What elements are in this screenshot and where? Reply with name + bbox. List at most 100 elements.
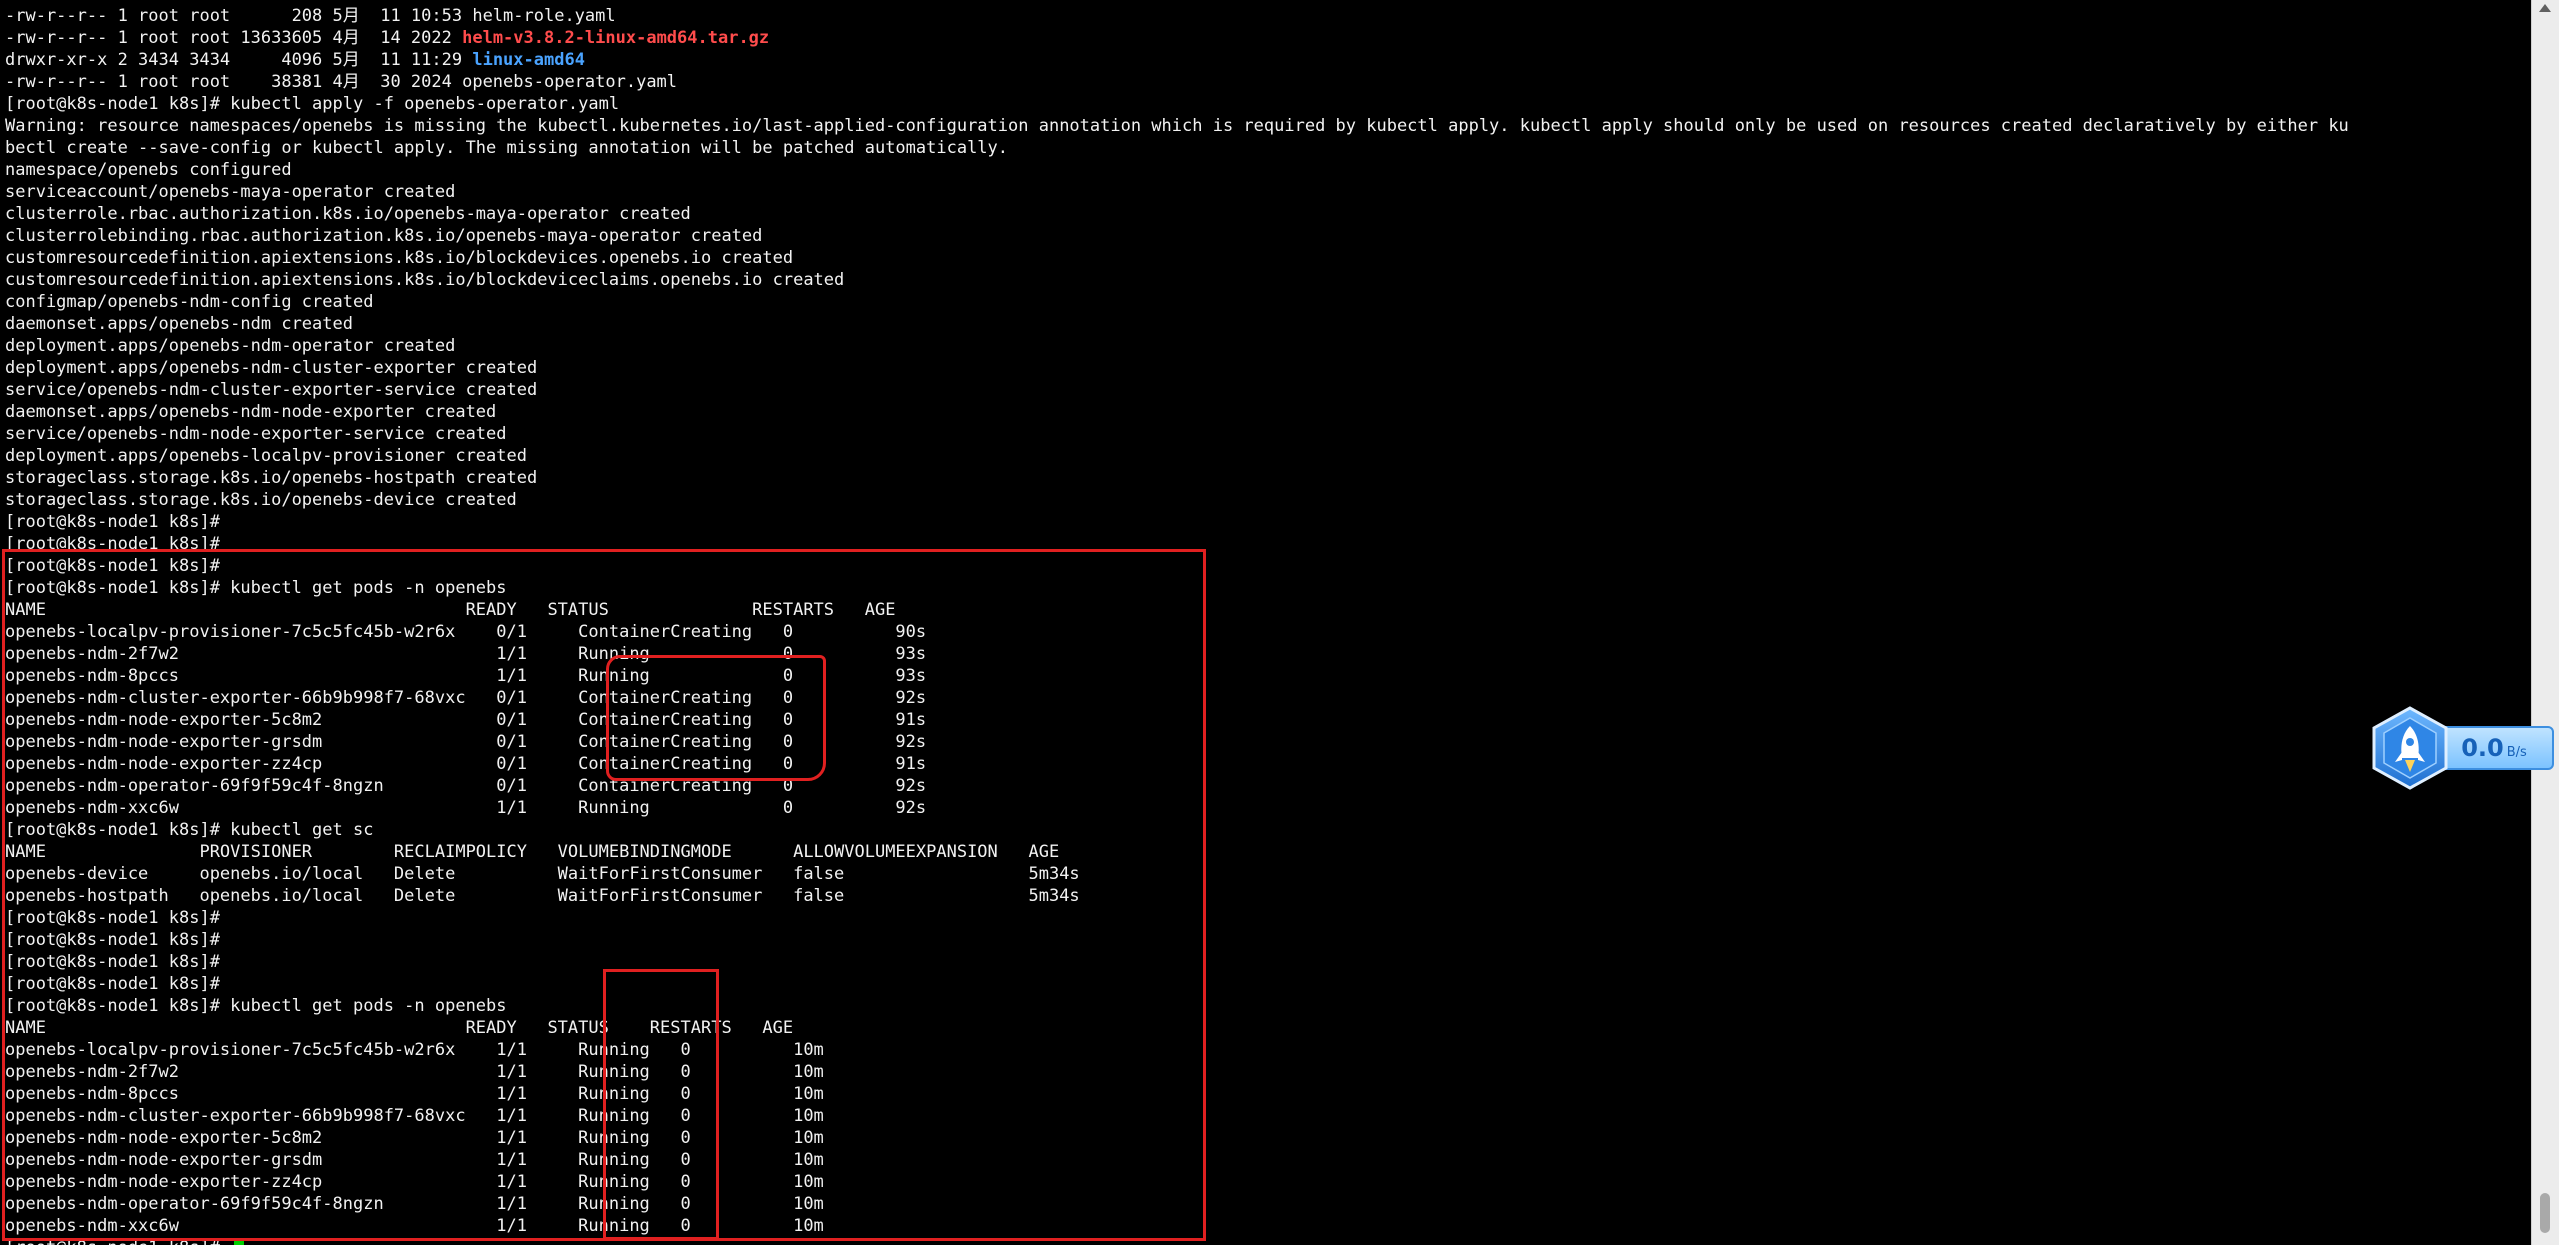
terminal-line: [root@k8s-node1 k8s]#	[5, 555, 2349, 577]
terminal-text: -rw-r--r-- 1 root root 13633605 4月 14 20…	[5, 28, 463, 48]
terminal-line: daemonset.apps/openebs-ndm-node-exporter…	[5, 401, 2349, 423]
terminal-text: [root@k8s-node1 k8s]#	[5, 556, 220, 576]
terminal-text: openebs-ndm-xxc6w 1/1 Running 0 92s	[5, 798, 927, 818]
terminal-line: daemonset.apps/openebs-ndm created	[5, 313, 2349, 335]
terminal-line: clusterrole.rbac.authorization.k8s.io/op…	[5, 203, 2349, 225]
terminal-line: openebs-ndm-operator-69f9f59c4f-8ngzn 1/…	[5, 1193, 2349, 1215]
terminal-line: openebs-ndm-node-exporter-zz4cp 0/1 Cont…	[5, 753, 2349, 775]
terminal-line: openebs-ndm-8pccs 1/1 Running 0 93s	[5, 665, 2349, 687]
terminal-text: customresourcedefinition.apiextensions.k…	[5, 248, 794, 268]
terminal-line: [root@k8s-node1 k8s]# kubectl apply -f o…	[5, 93, 2349, 115]
terminal-line: namespace/openebs configured	[5, 159, 2349, 181]
terminal-line: NAME READY STATUS RESTARTS AGE	[5, 1017, 2349, 1039]
terminal-line: drwxr-xr-x 2 3434 3434 4096 5月 11 11:29 …	[5, 49, 2349, 71]
terminal-line: -rw-r--r-- 1 root root 13633605 4月 14 20…	[5, 27, 2349, 49]
terminal-line: [root@k8s-node1 k8s]#	[5, 907, 2349, 929]
terminal-text: deployment.apps/openebs-localpv-provisio…	[5, 446, 527, 466]
terminal-cursor	[234, 1239, 245, 1245]
terminal-text: storageclass.storage.k8s.io/openebs-devi…	[5, 490, 517, 510]
terminal-text: openebs-ndm-node-exporter-grsdm 1/1 Runn…	[5, 1150, 824, 1170]
terminal-text: serviceaccount/openebs-maya-operator cre…	[5, 182, 456, 202]
terminal-text: [root@k8s-node1 k8s]#	[5, 512, 220, 532]
terminal-text: drwxr-xr-x 2 3434 3434 4096 5月 11 11:29	[5, 50, 473, 70]
terminal-text: openebs-ndm-xxc6w 1/1 Running 0 10m	[5, 1216, 824, 1236]
archive-filename: helm-v3.8.2-linux-amd64.tar.gz	[462, 28, 770, 48]
speed-value: 0.0	[2461, 734, 2504, 762]
terminal-text: bectl create --save-config or kubectl ap…	[5, 138, 1009, 158]
terminal-text: deployment.apps/openebs-ndm-operator cre…	[5, 336, 456, 356]
vertical-scrollbar[interactable]	[2531, 0, 2559, 1245]
terminal-line: openebs-ndm-cluster-exporter-66b9b998f7-…	[5, 1105, 2349, 1127]
terminal-line: openebs-ndm-xxc6w 1/1 Running 0 10m	[5, 1215, 2349, 1237]
scroll-up-arrow-icon[interactable]	[2539, 4, 2551, 12]
terminal-text: daemonset.apps/openebs-ndm created	[5, 314, 353, 334]
terminal-line: clusterrolebinding.rbac.authorization.k8…	[5, 225, 2349, 247]
terminal-text: [root@k8s-node1 k8s]# kubectl apply -f o…	[5, 94, 620, 114]
terminal-line: -rw-r--r-- 1 root root 38381 4月 30 2024 …	[5, 71, 2349, 93]
network-speed-widget[interactable]: 0.0 B/s	[2368, 706, 2556, 790]
terminal-text: openebs-ndm-2f7w2 1/1 Running 0 10m	[5, 1062, 824, 1082]
rocket-icon[interactable]	[2368, 706, 2452, 790]
terminal-text: [root@k8s-node1 k8s]#	[5, 1238, 230, 1245]
terminal-line: [root@k8s-node1 k8s]#	[5, 511, 2349, 533]
terminal-output: -rw-r--r-- 1 root root 208 5月 11 10:53 h…	[5, 5, 2349, 1245]
terminal-text: openebs-ndm-cluster-exporter-66b9b998f7-…	[5, 1106, 824, 1126]
terminal-line: openebs-ndm-node-exporter-grsdm 0/1 Cont…	[5, 731, 2349, 753]
speed-unit: B/s	[2506, 744, 2527, 760]
terminal-line: [root@k8s-node1 k8s]#	[5, 533, 2349, 555]
terminal-line: openebs-device openebs.io/local Delete W…	[5, 863, 2349, 885]
terminal-text: NAME READY STATUS RESTARTS AGE	[5, 1018, 794, 1038]
terminal-text: [root@k8s-node1 k8s]#	[5, 534, 220, 554]
scroll-thumb[interactable]	[2540, 1193, 2550, 1233]
terminal-line: openebs-ndm-2f7w2 1/1 Running 0 93s	[5, 643, 2349, 665]
terminal-text: [root@k8s-node1 k8s]#	[5, 908, 220, 928]
terminal-text: openebs-hostpath openebs.io/local Delete…	[5, 886, 1080, 906]
terminal-text: customresourcedefinition.apiextensions.k…	[5, 270, 845, 290]
terminal-line: openebs-ndm-node-exporter-grsdm 1/1 Runn…	[5, 1149, 2349, 1171]
terminal-text: [root@k8s-node1 k8s]# kubectl get pods -…	[5, 996, 507, 1016]
terminal-line: [root@k8s-node1 k8s]# kubectl get sc	[5, 819, 2349, 841]
terminal-text: [root@k8s-node1 k8s]#	[5, 952, 220, 972]
terminal-text: openebs-localpv-provisioner-7c5c5fc45b-w…	[5, 1040, 824, 1060]
terminal-text: namespace/openebs configured	[5, 160, 292, 180]
terminal-line: storageclass.storage.k8s.io/openebs-host…	[5, 467, 2349, 489]
terminal-line: service/openebs-ndm-node-exporter-servic…	[5, 423, 2349, 445]
terminal-text: Warning: resource namespaces/openebs is …	[5, 116, 2349, 136]
terminal-window[interactable]: -rw-r--r-- 1 root root 208 5月 11 10:53 h…	[0, 0, 2530, 1245]
terminal-text: deployment.apps/openebs-ndm-cluster-expo…	[5, 358, 538, 378]
terminal-line: [root@k8s-node1 k8s]#	[5, 973, 2349, 995]
terminal-line: deployment.apps/openebs-localpv-provisio…	[5, 445, 2349, 467]
terminal-line: customresourcedefinition.apiextensions.k…	[5, 269, 2349, 291]
terminal-text: openebs-ndm-8pccs 1/1 Running 0 10m	[5, 1084, 824, 1104]
terminal-line: openebs-ndm-operator-69f9f59c4f-8ngzn 0/…	[5, 775, 2349, 797]
terminal-text: openebs-ndm-8pccs 1/1 Running 0 93s	[5, 666, 927, 686]
terminal-text: openebs-ndm-node-exporter-5c8m2 1/1 Runn…	[5, 1128, 824, 1148]
terminal-text: -rw-r--r-- 1 root root 38381 4月 30 2024 …	[5, 72, 678, 92]
terminal-text: service/openebs-ndm-cluster-exporter-ser…	[5, 380, 538, 400]
terminal-line: openebs-ndm-node-exporter-zz4cp 1/1 Runn…	[5, 1171, 2349, 1193]
speed-readout: 0.0 B/s	[2434, 726, 2554, 770]
terminal-text: openebs-ndm-operator-69f9f59c4f-8ngzn 1/…	[5, 1194, 824, 1214]
terminal-line: NAME READY STATUS RESTARTS AGE	[5, 599, 2349, 621]
terminal-line: [root@k8s-node1 k8s]# kubectl get pods -…	[5, 577, 2349, 599]
terminal-line: openebs-localpv-provisioner-7c5c5fc45b-w…	[5, 621, 2349, 643]
terminal-text: storageclass.storage.k8s.io/openebs-host…	[5, 468, 538, 488]
terminal-text: [root@k8s-node1 k8s]# kubectl get pods -…	[5, 578, 507, 598]
terminal-line: NAME PROVISIONER RECLAIMPOLICY VOLUMEBIN…	[5, 841, 2349, 863]
terminal-line: [root@k8s-node1 k8s]#	[5, 1237, 2349, 1245]
terminal-text: openebs-ndm-cluster-exporter-66b9b998f7-…	[5, 688, 927, 708]
terminal-text: [root@k8s-node1 k8s]#	[5, 930, 220, 950]
terminal-line: deployment.apps/openebs-ndm-cluster-expo…	[5, 357, 2349, 379]
terminal-text: NAME READY STATUS RESTARTS AGE	[5, 600, 896, 620]
terminal-text: [root@k8s-node1 k8s]# kubectl get sc	[5, 820, 374, 840]
terminal-text: openebs-localpv-provisioner-7c5c5fc45b-w…	[5, 622, 927, 642]
terminal-text: configmap/openebs-ndm-config created	[5, 292, 374, 312]
terminal-text: NAME PROVISIONER RECLAIMPOLICY VOLUMEBIN…	[5, 842, 1060, 862]
terminal-line: openebs-ndm-2f7w2 1/1 Running 0 10m	[5, 1061, 2349, 1083]
terminal-line: openebs-localpv-provisioner-7c5c5fc45b-w…	[5, 1039, 2349, 1061]
terminal-line: service/openebs-ndm-cluster-exporter-ser…	[5, 379, 2349, 401]
terminal-line: configmap/openebs-ndm-config created	[5, 291, 2349, 313]
terminal-line: storageclass.storage.k8s.io/openebs-devi…	[5, 489, 2349, 511]
terminal-text: clusterrolebinding.rbac.authorization.k8…	[5, 226, 763, 246]
terminal-line: [root@k8s-node1 k8s]#	[5, 929, 2349, 951]
